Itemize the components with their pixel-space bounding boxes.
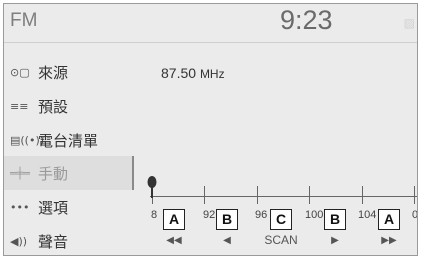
scale-line	[150, 196, 417, 197]
sidebar-item-label: 選項	[38, 198, 69, 217]
tuning-needle-icon[interactable]	[147, 176, 157, 198]
scale-tick	[414, 186, 415, 204]
preset-icon: ≡≡	[10, 99, 29, 113]
callout-badge: A	[378, 209, 400, 230]
source-icon: ⊙▢	[10, 65, 30, 79]
step-up-icon: ▶	[331, 235, 339, 246]
sidebar-item-options[interactable]: ••• 選項	[4, 190, 132, 224]
scale-label: 08	[412, 209, 418, 221]
scale-tick	[362, 186, 363, 204]
frequency-display: 87.50 MHz	[161, 65, 225, 81]
scan-label: SCAN	[264, 233, 298, 247]
sidebar-item-station-list[interactable]: ▤((•)) 電台清單	[4, 123, 132, 157]
sidebar-item-sound[interactable]: ◀)) 聲音	[4, 224, 132, 255]
frequency-value: 87.50	[161, 65, 197, 81]
seek-back-icon: ◀◀	[166, 235, 182, 246]
callout-badge: C	[270, 209, 292, 230]
sidebar-item-label: 電台清單	[38, 131, 99, 150]
speaker-icon: ◀))	[10, 234, 28, 248]
scale-tick	[309, 186, 310, 204]
status-icon: ▨	[403, 16, 415, 30]
step-down-button[interactable]: B ◀	[209, 209, 245, 255]
scale-tick	[257, 186, 258, 204]
callout-badge: B	[216, 209, 238, 230]
step-down-icon: ◀	[223, 235, 231, 246]
scale-tick	[204, 186, 205, 204]
sidebar-menu: ⊙▢ 來源 ≡≡ 預設 ▤((•)) 電台清單 ═╪═ 手動 ••• 選項 ◀)…	[4, 43, 134, 255]
seek-forward-button[interactable]: A ▶▶	[371, 209, 407, 255]
head-unit-screen: FM 9:23 ▨ ⊙▢ 來源 ≡≡ 預設 ▤((•)) 電台清單 ═╪═ 手動…	[3, 3, 418, 256]
sidebar-item-preset[interactable]: ≡≡ 預設	[4, 89, 132, 123]
sidebar-item-manual[interactable]: ═╪═ 手動	[4, 156, 134, 190]
callout-badge: B	[324, 209, 346, 230]
clock: 9:23	[280, 5, 333, 35]
manual-tune-icon: ═╪═	[10, 166, 30, 180]
options-icon: •••	[10, 200, 30, 214]
tuning-scale[interactable]: 8 92 96 100 104 08	[144, 174, 417, 221]
audio-source-label: FM	[10, 10, 38, 31]
sidebar-item-source[interactable]: ⊙▢ 來源	[4, 55, 132, 89]
sidebar-item-label: 聲音	[38, 232, 69, 251]
station-list-icon: ▤((•))	[10, 133, 45, 147]
step-up-button[interactable]: B ▶	[317, 209, 353, 255]
frequency-unit: MHz	[199, 67, 225, 81]
sidebar-item-label: 手動	[38, 164, 69, 183]
callout-badge: A	[163, 209, 185, 230]
sidebar-item-label: 預設	[38, 97, 69, 116]
status-bar: FM 9:23 ▨	[4, 4, 417, 43]
scan-button[interactable]: C SCAN	[261, 209, 301, 255]
seek-back-button[interactable]: A ◀◀	[156, 209, 192, 255]
sidebar-item-label: 來源	[38, 63, 69, 82]
seek-forward-icon: ▶▶	[381, 235, 397, 246]
